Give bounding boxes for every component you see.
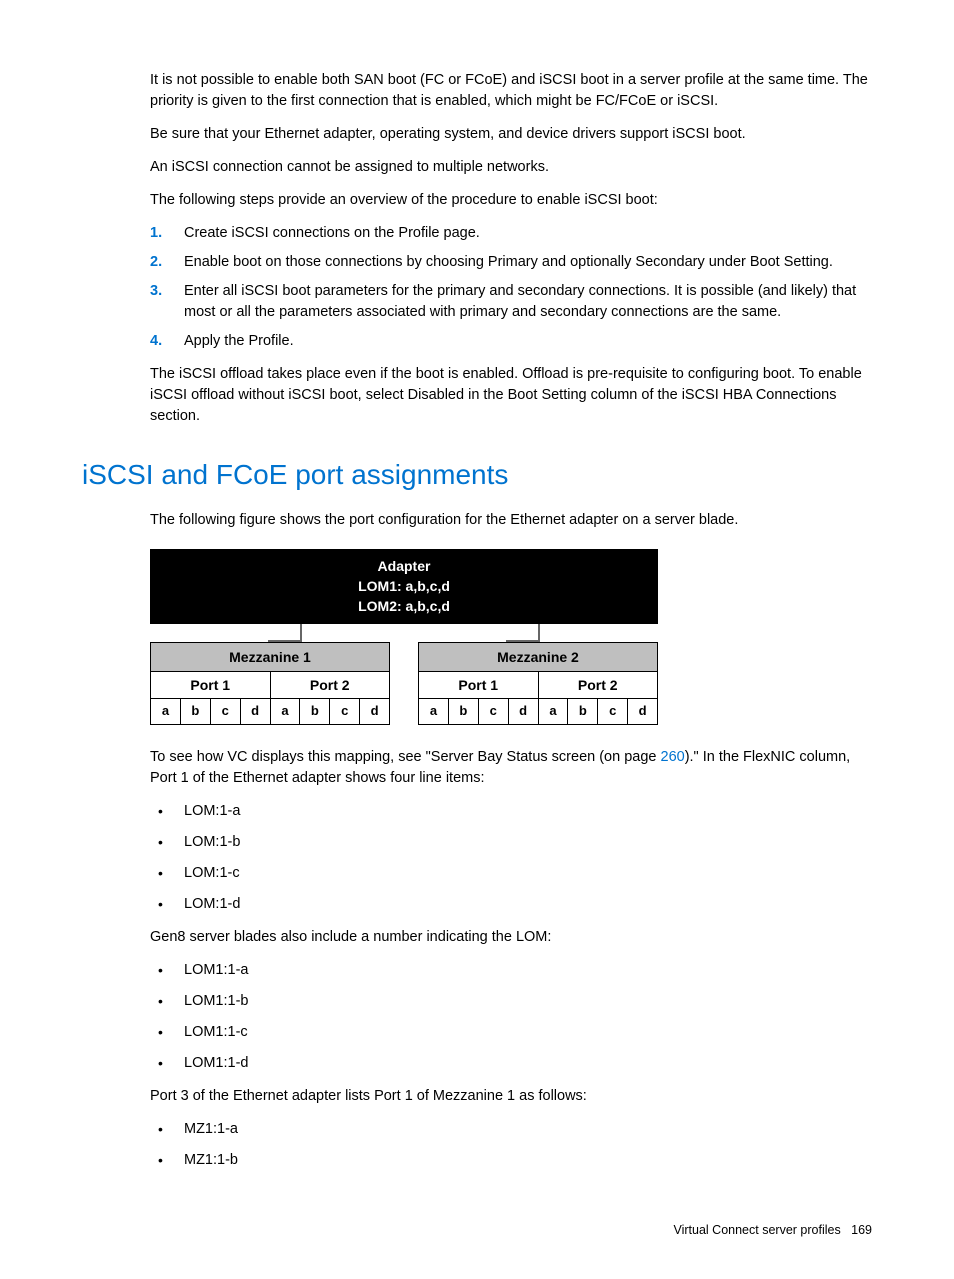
- slot: d: [360, 699, 389, 724]
- connector-lines: [150, 624, 656, 642]
- slot: d: [241, 699, 270, 724]
- bullet-list: LOM:1-a LOM:1-b LOM:1-c LOM:1-d: [150, 801, 872, 915]
- list-item: LOM1:1-b: [150, 991, 872, 1012]
- step-number: 4.: [150, 331, 184, 352]
- step-text: Enable boot on those connections by choo…: [184, 252, 833, 273]
- footer-page-number: 169: [851, 1223, 872, 1237]
- slot: b: [449, 699, 479, 724]
- slot: c: [598, 699, 628, 724]
- adapter-box: Adapter LOM1: a,b,c,d LOM2: a,b,c,d: [150, 549, 658, 624]
- paragraph: The following figure shows the port conf…: [150, 510, 872, 531]
- mezz-title: Mezzanine 1: [151, 643, 389, 672]
- list-item: MZ1:1-a: [150, 1119, 872, 1140]
- slot: c: [211, 699, 241, 724]
- list-item: LOM1:1-a: [150, 960, 872, 981]
- port-diagram: Adapter LOM1: a,b,c,d LOM2: a,b,c,d Mezz…: [150, 549, 872, 725]
- bullet-list: LOM1:1-a LOM1:1-b LOM1:1-c LOM1:1-d: [150, 960, 872, 1074]
- slot: a: [271, 699, 301, 724]
- slot: a: [419, 699, 449, 724]
- slot: a: [539, 699, 569, 724]
- step-text: Apply the Profile.: [184, 331, 294, 352]
- mezzanine-1: Mezzanine 1 Port 1 a b c d Port 2: [150, 642, 390, 725]
- text: To see how VC displays this mapping, see…: [150, 749, 661, 765]
- paragraph: The following steps provide an overview …: [150, 190, 872, 211]
- step-number: 3.: [150, 281, 184, 323]
- step-number: 2.: [150, 252, 184, 273]
- slot: c: [330, 699, 360, 724]
- port-title: Port 1: [151, 672, 270, 699]
- list-item: MZ1:1-b: [150, 1150, 872, 1171]
- section-heading: iSCSI and FCoE port assignments: [82, 455, 872, 496]
- page-link[interactable]: 260: [661, 749, 685, 765]
- paragraph: The iSCSI offload takes place even if th…: [150, 364, 872, 427]
- bullet-list: MZ1:1-a MZ1:1-b: [150, 1119, 872, 1171]
- ordered-steps: 1.Create iSCSI connections on the Profil…: [150, 223, 872, 352]
- slot: d: [628, 699, 657, 724]
- port-title: Port 1: [419, 672, 538, 699]
- port-title: Port 2: [539, 672, 658, 699]
- list-item: LOM:1-b: [150, 832, 872, 853]
- step-text: Enter all iSCSI boot parameters for the …: [184, 281, 872, 323]
- paragraph: Be sure that your Ethernet adapter, oper…: [150, 124, 872, 145]
- mezzanine-2: Mezzanine 2 Port 1 a b c d Port 2: [418, 642, 658, 725]
- paragraph: An iSCSI connection cannot be assigned t…: [150, 157, 872, 178]
- list-item: LOM1:1-d: [150, 1053, 872, 1074]
- mezz-title: Mezzanine 2: [419, 643, 657, 672]
- list-item: LOM:1-d: [150, 894, 872, 915]
- adapter-lom2: LOM2: a,b,c,d: [151, 596, 657, 616]
- page-footer: Virtual Connect server profiles 169: [82, 1221, 872, 1239]
- slot: a: [151, 699, 181, 724]
- step-text: Create iSCSI connections on the Profile …: [184, 223, 480, 244]
- port-title: Port 2: [271, 672, 390, 699]
- slot: b: [181, 699, 211, 724]
- slot: b: [300, 699, 330, 724]
- list-item: LOM:1-a: [150, 801, 872, 822]
- paragraph: To see how VC displays this mapping, see…: [150, 747, 872, 789]
- paragraph: Gen8 server blades also include a number…: [150, 927, 872, 948]
- footer-section: Virtual Connect server profiles: [674, 1223, 841, 1237]
- adapter-lom1: LOM1: a,b,c,d: [151, 576, 657, 596]
- slot: b: [568, 699, 598, 724]
- adapter-title: Adapter: [151, 556, 657, 576]
- list-item: LOM:1-c: [150, 863, 872, 884]
- paragraph: It is not possible to enable both SAN bo…: [150, 70, 872, 112]
- step-number: 1.: [150, 223, 184, 244]
- paragraph: Port 3 of the Ethernet adapter lists Por…: [150, 1086, 872, 1107]
- list-item: LOM1:1-c: [150, 1022, 872, 1043]
- slot: c: [479, 699, 509, 724]
- slot: d: [509, 699, 538, 724]
